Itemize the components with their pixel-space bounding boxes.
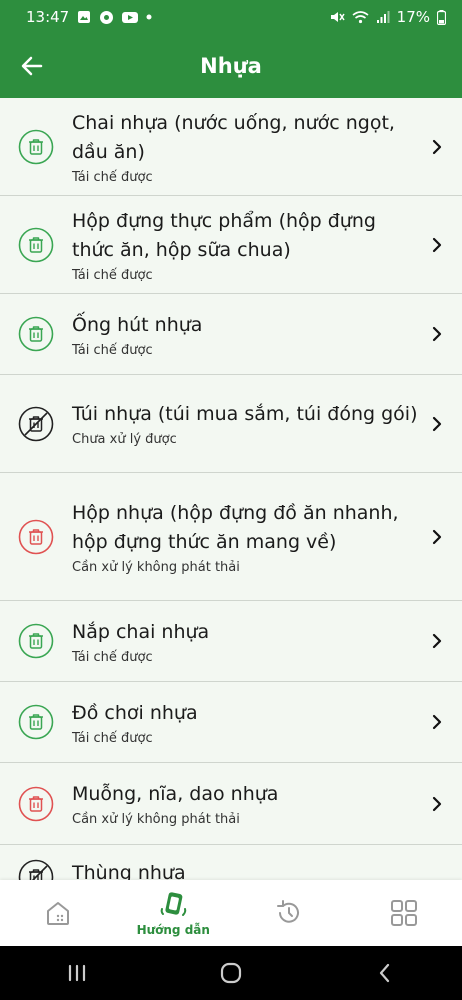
back-button[interactable] [18,52,46,80]
trash-bin-icon [18,623,54,659]
item-name: Túi nhựa (túi mua sắm, túi đóng gói) [72,403,418,425]
status-icon-wrap [18,519,54,555]
item-status: Tái chế được [72,342,153,358]
wifi-icon [352,11,369,24]
dot-icon [146,14,152,20]
list-item[interactable]: Túi nhựa (túi mua sắm, túi đóng gói) Chư… [0,375,462,473]
youtube-icon [122,11,139,23]
item-name: Thùng nhựa [72,862,186,880]
chevron-right-icon [432,633,442,649]
trash-bin-icon [18,704,54,740]
item-name: Chai nhựa (nước uống, nước ngọt, dầu ăn) [72,111,395,163]
item-name: Muỗng, nĩa, dao nhựa [72,783,279,805]
item-name: Đồ chơi nhựa [72,701,198,724]
app-bar: Nhựa [0,34,462,98]
item-status: Tái chế được [72,730,153,746]
item-status: Tái chế được [72,267,153,283]
trash-bin-crossed-icon [18,859,54,880]
item-status: Cần xử lý không phát thải [72,559,240,575]
chevron-right-icon [432,796,442,811]
item-status: Tái chế được [72,169,153,185]
chevron-right-icon [432,529,442,544]
list-item[interactable]: Thùng nhựa [0,845,462,880]
item-status: Cần xử lý không phát thải [72,812,240,827]
chevron-right-icon [432,416,442,431]
arrow-left-icon [21,56,43,76]
item-name: Ống hút nhựa [72,313,203,336]
list-item[interactable]: Nắp chai nhựa Tái chế được [0,601,462,682]
trash-bin-icon [18,316,54,352]
nav-history[interactable] [239,880,339,946]
grid-icon [391,900,418,926]
chevron-right-icon [432,237,442,252]
battery-percent: 17% [396,8,430,26]
item-status: Tái chế được [72,649,153,665]
home-system-button[interactable] [201,953,261,993]
page-title: Nhựa [200,54,262,78]
status-icon-wrap [18,129,54,165]
history-icon [276,900,299,923]
status-icon-wrap [18,406,54,442]
status-icon-wrap [18,623,54,659]
system-navigation [0,946,462,1000]
status-icon-wrap [18,859,54,880]
item-status: Chưa xử lý được [72,432,177,447]
list-item[interactable]: Muỗng, nĩa, dao nhựa Cần xử lý không phá… [0,763,462,845]
signal-icon [376,11,390,23]
back-chevron-icon [379,963,390,983]
nav-home[interactable] [8,880,108,946]
trash-bin-icon [18,129,54,164]
list-item[interactable]: Hộp đựng thực phẩm (hộp đựng thức ăn, hộ… [0,196,462,294]
battery-icon [437,9,446,25]
item-name: Nắp chai nhựa [72,620,210,643]
status-icon-wrap [18,227,54,263]
home-circle-icon [220,962,242,984]
trash-bin-icon [18,227,54,262]
back-system-button[interactable] [355,953,415,993]
waste-item-list: Chai nhựa (nước uống, nước ngọt, dầu ăn)… [0,98,462,880]
guide-card-icon [160,891,187,916]
status-icon-wrap [18,786,54,822]
status-bar: 13:47 17% [0,0,462,34]
list-item[interactable]: Chai nhựa (nước uống, nước ngọt, dầu ăn)… [0,98,462,196]
nav-guide-label: Hướng dẫn [136,922,210,937]
trash-bin-icon [18,519,54,554]
trash-bin-crossed-icon [18,406,54,441]
chevron-right-icon [432,139,442,154]
chevron-right-icon [432,714,442,730]
gallery-icon [78,11,91,23]
home-icon [46,902,69,925]
status-icon-wrap [18,704,54,740]
recent-apps-icon [68,964,86,982]
bottom-navigation: Hướng dẫn [0,880,462,946]
status-time: 13:47 [26,8,70,26]
item-name: Hộp đựng thực phẩm (hộp đựng thức ăn, hộ… [72,209,376,261]
trash-bin-icon [18,786,54,821]
nav-menu[interactable] [354,880,454,946]
list-item[interactable]: Đồ chơi nhựa Tái chế được [0,682,462,763]
list-item[interactable]: Hộp nhựa (hộp đựng đồ ăn nhanh, hộp đựng… [0,473,462,601]
status-icon-wrap [18,316,54,352]
nav-guide[interactable]: Hướng dẫn [123,880,223,946]
recycle-icon [100,10,114,24]
mute-icon [330,12,345,22]
chevron-right-icon [432,326,442,342]
recent-apps-button[interactable] [47,953,107,993]
list-item[interactable]: Ống hút nhựa Tái chế được [0,294,462,375]
item-name: Hộp nhựa (hộp đựng đồ ăn nhanh, hộp đựng… [72,501,399,553]
